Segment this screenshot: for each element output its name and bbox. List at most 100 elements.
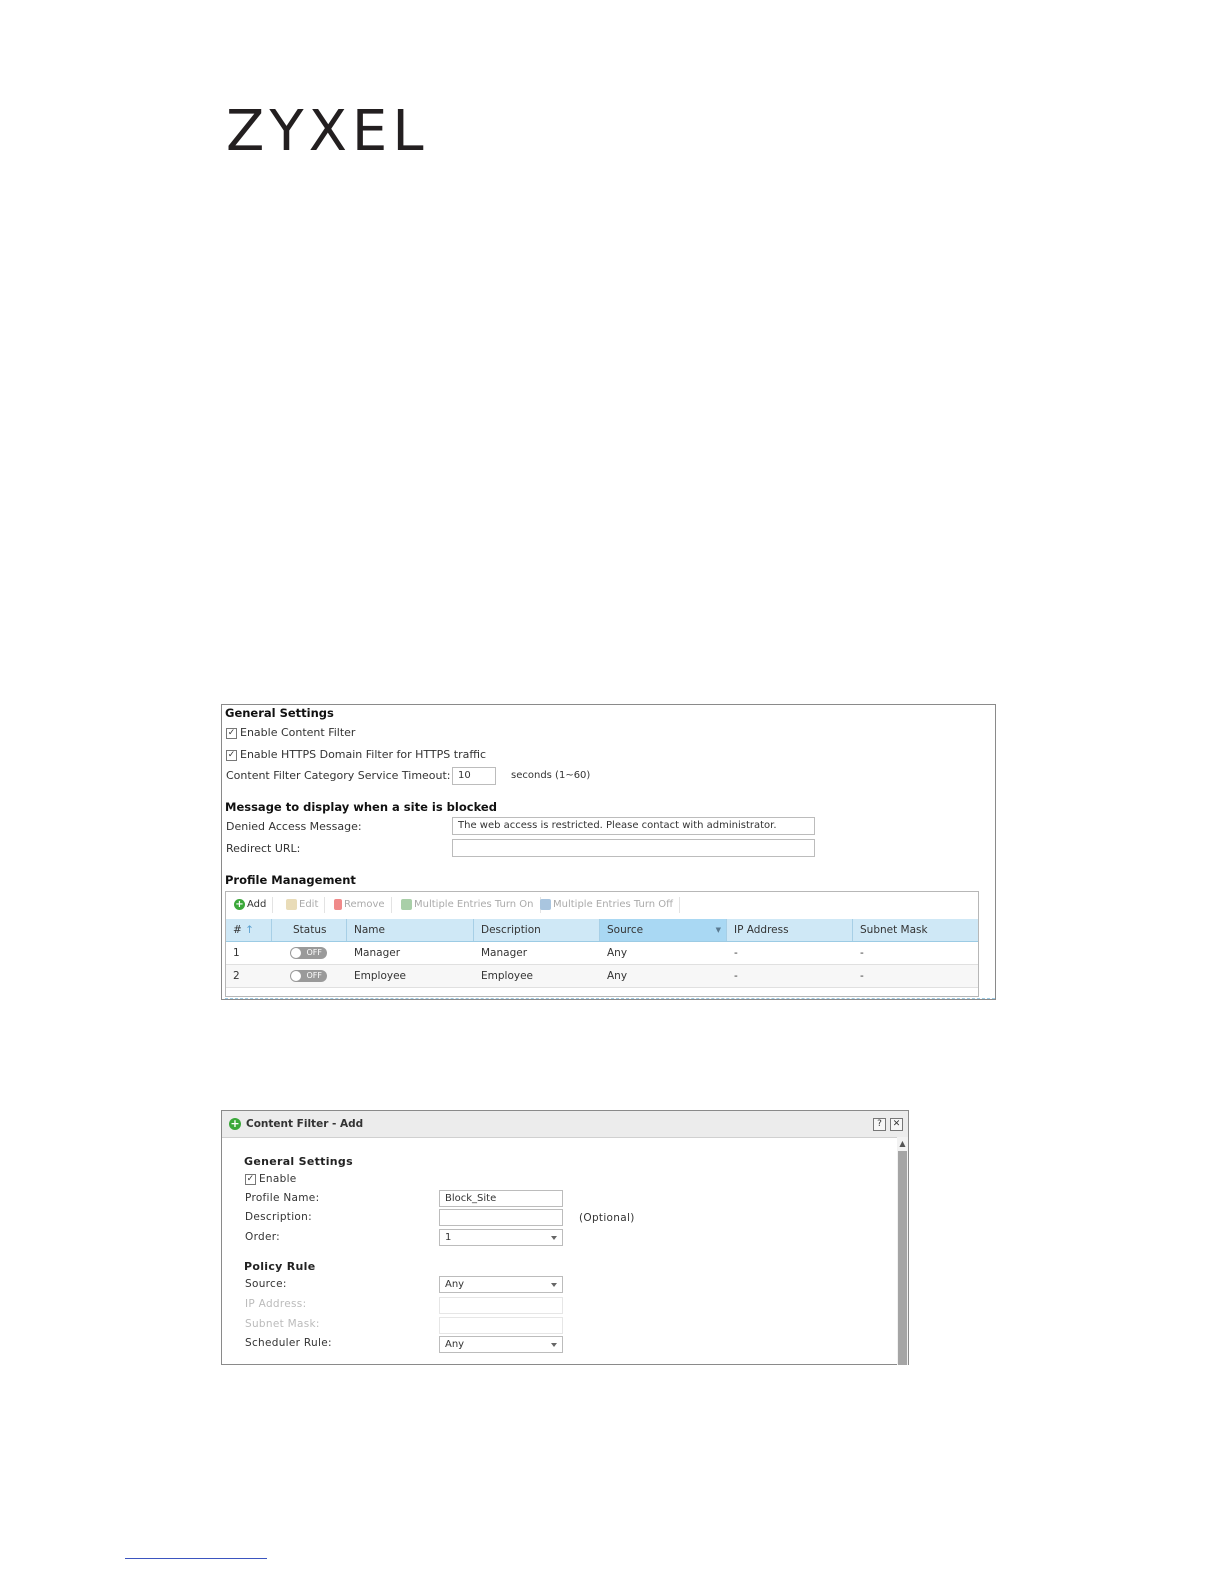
source-label: Source: — [245, 1278, 287, 1290]
status-cell: OFF — [272, 942, 347, 964]
scheduler-rule-select[interactable]: Any — [439, 1336, 563, 1353]
multi-on-icon — [401, 898, 412, 910]
row-source: Any — [607, 970, 628, 982]
multi-on-label: Multiple Entries Turn On — [414, 899, 534, 910]
optional-hint: (Optional) — [579, 1212, 635, 1224]
order-value: 1 — [445, 1232, 452, 1243]
description-label: Description: — [245, 1211, 312, 1223]
status-cell: OFF — [272, 965, 347, 987]
description-input[interactable] — [439, 1209, 563, 1226]
add-icon: + — [234, 898, 245, 910]
enable-row: ✓ Enable — [245, 1173, 297, 1185]
subnet-mask-label: Subnet Mask: — [245, 1318, 320, 1330]
ip-address-input — [439, 1297, 563, 1314]
row-ip: - — [734, 970, 738, 982]
col-status[interactable]: Status — [272, 919, 347, 941]
row-source: Any — [607, 947, 628, 959]
ip-address-label: IP Address: — [245, 1298, 307, 1310]
dialog-title: Content Filter - Add — [246, 1118, 364, 1130]
profile-management-title: Profile Management — [225, 873, 356, 887]
enable-https-label: Enable HTTPS Domain Filter for HTTPS tra… — [240, 748, 487, 761]
denied-message-input[interactable]: The web access is restricted. Please con… — [452, 817, 815, 835]
scheduler-rule-label: Scheduler Rule: — [245, 1337, 332, 1349]
enable-https-row: ✓ Enable HTTPS Domain Filter for HTTPS tr… — [226, 748, 486, 761]
row-num: 1 — [233, 947, 240, 959]
content-filter-general-panel: General Settings ✓ Enable Content Filter … — [221, 704, 996, 1000]
dialog-scrollbar[interactable]: ▲ — [897, 1137, 908, 1365]
close-icon[interactable]: ✕ — [890, 1118, 903, 1131]
source-value: Any — [445, 1279, 465, 1290]
edit-label: Edit — [299, 899, 319, 910]
multi-off-label: Multiple Entries Turn Off — [553, 899, 674, 910]
remove-label: Remove — [344, 899, 385, 910]
col-source-label: Source — [607, 924, 644, 936]
scheduler-rule-value: Any — [445, 1339, 465, 1350]
enable-content-filter-row: ✓ Enable Content Filter — [226, 726, 355, 739]
denied-message-label: Denied Access Message: — [226, 820, 362, 833]
multi-on-button[interactable]: Multiple Entries Turn On — [401, 897, 541, 913]
row-num: 2 — [233, 970, 240, 982]
edit-button[interactable]: Edit — [286, 897, 326, 913]
order-select[interactable]: 1 — [439, 1229, 563, 1246]
add-button[interactable]: + Add — [234, 897, 274, 913]
col-mask[interactable]: Subnet Mask — [853, 919, 978, 941]
table-row[interactable]: 1 OFF Manager Manager Any - - — [226, 942, 978, 965]
subnet-mask-input — [439, 1317, 563, 1334]
message-title: Message to display when a site is blocke… — [225, 800, 497, 814]
enable-https-checkbox[interactable]: ✓ — [226, 749, 237, 761]
sort-up-icon: ↑ — [245, 924, 254, 936]
multi-off-button[interactable]: Multiple Entries Turn Off — [540, 897, 681, 913]
row-ip: - — [734, 947, 738, 959]
order-label: Order: — [245, 1231, 280, 1243]
zyxel-logo: ZYXEL — [226, 99, 429, 164]
row-name: Employee — [354, 970, 407, 982]
enable-label: Enable — [259, 1173, 297, 1185]
col-source[interactable]: Source ▼ — [600, 919, 727, 941]
chevron-down-icon — [551, 1343, 557, 1347]
source-select[interactable]: Any — [439, 1276, 563, 1293]
edit-icon — [286, 898, 297, 910]
enable-checkbox[interactable]: ✓ — [245, 1173, 256, 1185]
timeout-label: Content Filter Category Service Timeout: — [226, 769, 451, 782]
policy-rule-title: Policy Rule — [244, 1260, 316, 1273]
scroll-thumb[interactable] — [898, 1151, 907, 1365]
chevron-down-icon — [551, 1283, 557, 1287]
dialog-titlebar: + Content Filter - Add ? ✕ — [222, 1111, 908, 1138]
add-label: Add — [247, 899, 267, 910]
row-description: Manager — [481, 947, 528, 959]
table-row[interactable]: 2 OFF Employee Employee Any - - — [226, 965, 978, 988]
trash-icon — [334, 898, 342, 910]
enable-content-filter-label: Enable Content Filter — [240, 726, 356, 739]
col-num-label: # — [233, 924, 242, 936]
multi-off-icon — [540, 898, 551, 910]
profile-name-label: Profile Name: — [245, 1192, 320, 1204]
redirect-url-input[interactable] — [452, 839, 815, 857]
help-icon[interactable]: ? — [873, 1118, 886, 1131]
redirect-url-label: Redirect URL: — [226, 842, 301, 855]
status-toggle[interactable]: OFF — [290, 947, 327, 959]
col-ip[interactable]: IP Address — [727, 919, 853, 941]
add-icon: + — [229, 1117, 241, 1130]
remove-button[interactable]: Remove — [334, 897, 392, 913]
timeout-input[interactable]: 10 — [452, 767, 496, 785]
grid-bottom-divider — [225, 998, 995, 999]
row-description: Employee — [481, 970, 534, 982]
row-mask: - — [860, 947, 864, 959]
timeout-unit: seconds (1~60) — [511, 770, 591, 781]
content-filter-add-dialog: + Content Filter - Add ? ✕ ▲ General Set… — [221, 1110, 909, 1365]
footer-link-underline — [125, 1558, 267, 1559]
column-menu-icon[interactable]: ▼ — [716, 919, 721, 941]
row-name: Manager — [354, 947, 401, 959]
status-toggle[interactable]: OFF — [290, 970, 327, 982]
profile-toolbar: + Add Edit Remove Multiple Entries Turn O… — [226, 892, 978, 918]
col-name[interactable]: Name — [347, 919, 474, 941]
col-description[interactable]: Description — [474, 919, 600, 941]
general-settings-title: General Settings — [225, 706, 334, 720]
col-num[interactable]: # ↑ — [226, 919, 272, 941]
enable-content-filter-checkbox[interactable]: ✓ — [226, 727, 237, 739]
general-settings-title: General Settings — [244, 1155, 353, 1168]
row-mask: - — [860, 970, 864, 982]
grid-header: # ↑ Status Name Description Source ▼ IP A… — [226, 919, 978, 942]
scroll-up-icon[interactable]: ▲ — [897, 1138, 908, 1149]
profile-name-input[interactable]: Block_Site — [439, 1190, 563, 1207]
